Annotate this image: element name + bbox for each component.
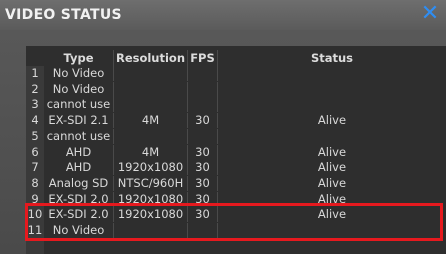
cell-type: cannot use	[44, 128, 114, 144]
cell-resolution	[114, 66, 188, 81]
cell-type: AHD	[44, 144, 114, 160]
cell-type: AHD	[44, 160, 114, 176]
table-row[interactable]: 10 EX-SDI 2.0 1920x1080 30 Alive	[26, 207, 446, 223]
video-status-window: VIDEO STATUS ✕ Type Resolution FPS Statu…	[0, 0, 446, 254]
cell-status	[218, 66, 446, 81]
cell-status	[218, 223, 446, 238]
cell-status: Alive	[317, 191, 347, 206]
cell-fps	[188, 66, 218, 81]
table-row[interactable]: 3 cannot use	[26, 97, 446, 113]
cell-status: Alive	[317, 160, 347, 175]
cell-fps: 30	[188, 144, 218, 160]
cell-status: Alive	[317, 207, 347, 222]
row-number: 1	[31, 66, 39, 80]
cell-type: EX-SDI 2.0	[44, 191, 114, 207]
row-number: 10	[27, 207, 43, 222]
table-row[interactable]: 6 AHD 4M 30 Alive	[26, 144, 446, 160]
title-bar: VIDEO STATUS ✕	[0, 0, 446, 30]
header-status: Status	[310, 51, 354, 65]
cell-resolution: 4M	[114, 144, 188, 160]
row-number: 3	[31, 97, 39, 112]
header-num	[26, 50, 44, 66]
row-number: 7	[31, 160, 39, 175]
cell-status: Alive	[317, 175, 347, 190]
row-number: 6	[31, 144, 39, 159]
row-number: 8	[31, 175, 39, 190]
table-row[interactable]: 5 cannot use	[26, 128, 446, 144]
cell-type: cannot use	[44, 97, 114, 113]
cell-fps	[188, 81, 218, 97]
row-number: 9	[31, 191, 39, 206]
cell-type: No Video	[44, 81, 114, 97]
cell-status	[218, 129, 446, 144]
close-icon[interactable]: ✕	[419, 2, 441, 26]
cell-status: Alive	[317, 113, 347, 128]
table-row[interactable]: 2 No Video	[26, 81, 446, 97]
cell-type: Analog SD	[44, 175, 114, 191]
table-row[interactable]: 8 Analog SD NTSC/960H 30 Alive	[26, 175, 446, 191]
window-title: VIDEO STATUS	[5, 7, 122, 23]
row-number: 4	[31, 113, 39, 128]
cell-resolution: 1920x1080	[114, 191, 188, 207]
table-row[interactable]: 4 EX-SDI 2.1 4M 30 Alive	[26, 113, 446, 129]
cell-fps: 30	[188, 160, 218, 176]
cell-resolution: 4M	[114, 113, 188, 129]
table-row[interactable]: 11 No Video	[26, 223, 446, 238]
table-row[interactable]: 7 AHD 1920x1080 30 Alive	[26, 160, 446, 176]
table-row[interactable]: 1 No Video	[26, 66, 446, 81]
cell-resolution: 1920x1080	[114, 160, 188, 176]
cell-fps: 30	[188, 175, 218, 191]
row-number: 11	[27, 223, 43, 237]
header-resolution: Resolution	[114, 50, 188, 66]
row-number: 2	[31, 81, 39, 96]
cell-fps: 30	[188, 191, 218, 207]
cell-resolution: 1920x1080	[114, 207, 188, 223]
cell-status: Alive	[317, 144, 347, 159]
cell-resolution	[114, 97, 188, 113]
table-row[interactable]: 9 EX-SDI 2.0 1920x1080 30 Alive	[26, 191, 446, 207]
cell-type: EX-SDI 2.0	[44, 207, 114, 223]
header-type: Type	[44, 50, 114, 66]
cell-type: EX-SDI 2.1	[44, 113, 114, 129]
cell-status	[218, 97, 446, 112]
cell-resolution: NTSC/960H	[114, 175, 188, 191]
cell-resolution	[114, 128, 188, 144]
cell-fps: 30	[188, 207, 218, 223]
cell-resolution	[114, 81, 188, 97]
cell-fps	[188, 128, 218, 144]
cell-fps: 30	[188, 113, 218, 129]
cell-type: No Video	[44, 66, 114, 81]
cell-type: No Video	[44, 223, 114, 238]
row-number: 5	[31, 128, 39, 143]
cell-fps	[188, 97, 218, 113]
cell-status	[218, 82, 446, 97]
table-header: Type Resolution FPS Status	[26, 50, 446, 66]
header-fps: FPS	[188, 50, 218, 66]
cell-fps	[188, 223, 218, 238]
cell-resolution	[114, 223, 188, 238]
